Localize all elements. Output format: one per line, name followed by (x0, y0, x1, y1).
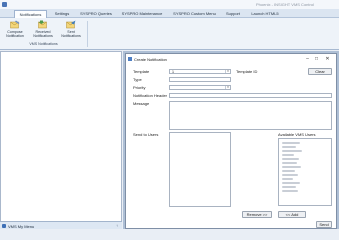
tab-syspro-queries[interactable]: SYSPRO Queries (79, 10, 113, 18)
add-button[interactable]: << Add (278, 211, 306, 218)
send-to-users-list[interactable] (169, 132, 231, 207)
tab-syspro-maintenance[interactable]: SYSPRO Maintenance (118, 10, 166, 18)
sent-icon (66, 20, 76, 29)
message-label: Message (133, 101, 150, 106)
type-label: Type (133, 77, 142, 82)
received-notifications-button[interactable]: Received Notifications (29, 20, 57, 42)
message-textarea[interactable] (169, 101, 332, 130)
list-item[interactable] (282, 186, 296, 188)
received-icon (38, 20, 47, 29)
list-item[interactable] (282, 162, 297, 164)
received-label-line2: Notifications (33, 34, 53, 38)
dialog-icon (128, 57, 132, 61)
template-id-label: Template ID (236, 69, 258, 74)
compose-label-line2: Notification (6, 34, 24, 38)
priority-combo[interactable]: ▾ (169, 85, 231, 90)
template-value: 1 (172, 70, 174, 74)
list-item[interactable] (282, 146, 296, 148)
chevron-down-icon: ▾ (225, 86, 230, 89)
clear-button[interactable]: Clear (308, 68, 332, 75)
dialog-title: Create Notification (134, 57, 167, 62)
template-label: Template (133, 69, 150, 74)
notification-header-input[interactable] (169, 93, 332, 98)
available-users-list[interactable] (278, 138, 332, 206)
list-item[interactable] (282, 178, 293, 180)
tab-syspro-custom-menu[interactable]: SYSPRO Custom Menu (171, 10, 218, 18)
type-combo[interactable] (169, 77, 231, 82)
list-item[interactable] (282, 154, 294, 156)
tab-support[interactable]: Support (223, 10, 243, 18)
list-item[interactable] (282, 174, 298, 176)
tab-notifications[interactable]: Notifications (14, 10, 47, 18)
send-to-users-label: Send to Users (133, 132, 159, 137)
list-item[interactable] (282, 166, 301, 168)
create-notification-dialog: Create Notification – □ ✕ Template 1 ▾ T… (125, 53, 337, 229)
pin-icon[interactable]: ↑ (116, 223, 118, 228)
chevron-down-icon: ▾ (225, 70, 230, 73)
tab-launch-html5[interactable]: Launch HTML5 (249, 10, 281, 18)
list-item[interactable] (282, 150, 302, 152)
ribbon-group-separator (87, 21, 88, 47)
title-bar: Phoenix - INSIGHT VMS Control (0, 0, 339, 9)
priority-label: Priority (133, 85, 146, 90)
menu-icon (2, 224, 6, 228)
template-combo[interactable]: 1 ▾ (169, 69, 231, 74)
notification-header-label: Notification Header (133, 93, 168, 98)
left-pane-footer[interactable]: VMS My Menu ↑ (0, 221, 122, 229)
compose-notification-button[interactable]: Compose Notification (1, 20, 29, 42)
send-button[interactable]: Send (316, 221, 332, 228)
left-pane-title: VMS My Menu (8, 223, 35, 229)
ribbon-panel: Compose Notification Received Notificati… (0, 18, 339, 50)
list-item[interactable] (282, 158, 299, 160)
ribbon-group-label: VMS Notifications (29, 42, 58, 46)
list-item[interactable] (282, 190, 298, 192)
left-pane (0, 51, 122, 222)
list-item[interactable] (282, 142, 300, 144)
dialog-title-bar[interactable]: Create Notification – □ ✕ (126, 54, 336, 64)
list-item[interactable] (282, 170, 295, 172)
available-users-label: Available VMS Users (278, 132, 316, 137)
minimize-button[interactable]: – (304, 56, 311, 62)
close-button[interactable]: ✕ (324, 56, 331, 62)
app-title: Phoenix - INSIGHT VMS Control (256, 2, 314, 7)
sent-label-line2: Notifications (61, 34, 81, 38)
ribbon-tab-bar: Notifications Settings SYSPRO Queries SY… (0, 9, 339, 18)
app-menu-icon[interactable] (2, 2, 7, 7)
tab-settings[interactable]: Settings (52, 10, 72, 18)
sent-notifications-button[interactable]: Sent Notifications (57, 20, 85, 42)
remove-button[interactable]: Remove >> (242, 211, 272, 218)
maximize-button[interactable]: □ (313, 56, 320, 62)
compose-icon (10, 20, 20, 29)
list-item[interactable] (282, 182, 300, 184)
